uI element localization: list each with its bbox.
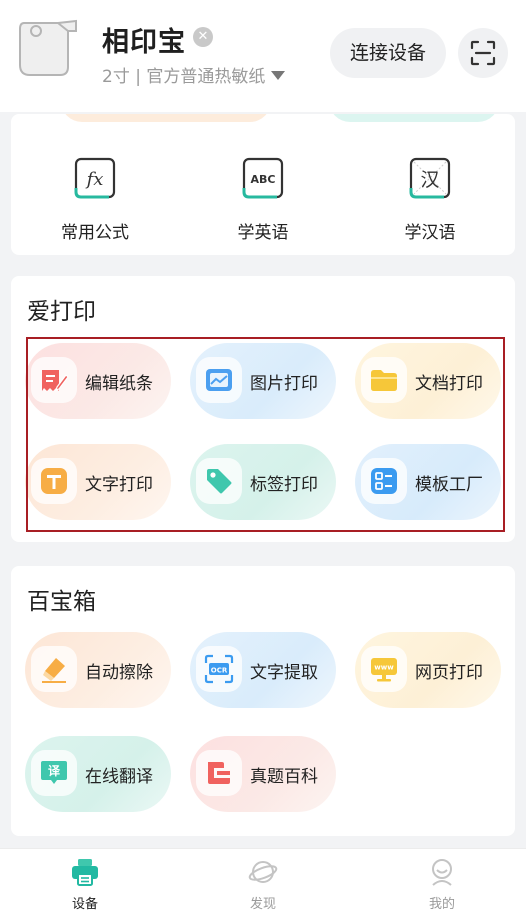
planet-icon bbox=[248, 861, 278, 883]
toolbox-card: 百宝箱 自动擦除 OCR 文字提取 www 网页打印 译 在线翻译 真题百科 bbox=[11, 566, 515, 836]
web-icon: www bbox=[371, 658, 397, 682]
tab-label: 我的 bbox=[428, 897, 455, 912]
svg-text:汉: 汉 bbox=[420, 169, 439, 191]
tool-label: 常用公式 bbox=[61, 223, 129, 243]
section-title: 百宝箱 bbox=[27, 589, 96, 615]
abc-icon: ABC bbox=[242, 157, 284, 199]
header: 相印宝 ✕ 2寸 | 官方普通热敏纸 连接设备 bbox=[0, 0, 526, 112]
printer-device-icon[interactable] bbox=[16, 17, 78, 79]
auto-erase-button[interactable]: 自动擦除 bbox=[25, 632, 171, 708]
ocr-icon: OCR bbox=[204, 654, 234, 684]
icon-tile bbox=[31, 646, 77, 692]
decor-blob bbox=[61, 114, 271, 122]
scan-button[interactable] bbox=[458, 28, 508, 78]
formula-icon: fx bbox=[74, 157, 116, 199]
selection-highlight bbox=[26, 337, 505, 532]
web-print-button[interactable]: www 网页打印 bbox=[355, 632, 501, 708]
svg-text:ABC: ABC bbox=[251, 173, 276, 186]
auto-erase-label: 自动擦除 bbox=[85, 663, 153, 683]
tool-label: 学英语 bbox=[237, 223, 289, 243]
svg-text:fx: fx bbox=[85, 169, 104, 190]
tab-mine[interactable]: 我的 bbox=[402, 857, 482, 912]
exam-wiki-button[interactable]: 真题百科 bbox=[190, 736, 336, 812]
tool-english[interactable]: ABC 学英语 bbox=[203, 156, 323, 243]
web-print-label: 网页打印 bbox=[415, 663, 483, 683]
icon-tile bbox=[196, 750, 242, 796]
svg-text:www: www bbox=[374, 664, 394, 672]
section-title: 爱打印 bbox=[27, 299, 96, 325]
tab-device[interactable]: 设备 bbox=[45, 857, 125, 912]
icon-tile: www bbox=[361, 646, 407, 692]
tab-discover[interactable]: 发现 bbox=[223, 857, 303, 912]
svg-text:译: 译 bbox=[48, 764, 61, 778]
device-name: 相印宝 bbox=[102, 27, 186, 58]
user-icon bbox=[432, 859, 452, 886]
decor-blob bbox=[329, 114, 499, 122]
exam-icon bbox=[208, 762, 230, 784]
text-extract-button[interactable]: OCR 文字提取 bbox=[190, 632, 336, 708]
tab-label: 设备 bbox=[71, 897, 98, 912]
tool-formula[interactable]: fx 常用公式 bbox=[35, 156, 155, 243]
translate-icon: 译 bbox=[41, 761, 67, 784]
eraser-icon bbox=[42, 658, 66, 683]
connect-device-button[interactable]: 连接设备 bbox=[330, 28, 446, 78]
chevron-down-icon bbox=[271, 70, 286, 80]
tab-label: 发现 bbox=[249, 897, 276, 912]
online-translate-label: 在线翻译 bbox=[85, 767, 153, 787]
paper-type-label: 2寸 | 官方普通热敏纸 bbox=[102, 67, 266, 87]
text-extract-label: 文字提取 bbox=[250, 663, 318, 683]
icon-tile: 译 bbox=[31, 750, 77, 796]
tool-chinese[interactable]: 汉 学汉语 bbox=[370, 156, 490, 243]
learning-tools-card: fx 常用公式 ABC 学英语 汉 学汉语 bbox=[11, 114, 515, 255]
icon-tile: OCR bbox=[196, 646, 242, 692]
chinese-char-icon: 汉 bbox=[409, 157, 451, 199]
printer-tab-icon bbox=[72, 859, 98, 886]
bottom-tab-bar: 设备 发现 我的 bbox=[0, 848, 526, 915]
tool-label: 学汉语 bbox=[404, 223, 456, 243]
online-translate-button[interactable]: 译 在线翻译 bbox=[25, 736, 171, 812]
paper-type-selector[interactable]: 2寸 | 官方普通热敏纸 bbox=[102, 62, 286, 87]
exam-wiki-label: 真题百科 bbox=[250, 767, 318, 787]
scan-icon bbox=[470, 40, 496, 66]
close-icon[interactable]: ✕ bbox=[193, 27, 213, 47]
svg-text:OCR: OCR bbox=[211, 667, 228, 675]
